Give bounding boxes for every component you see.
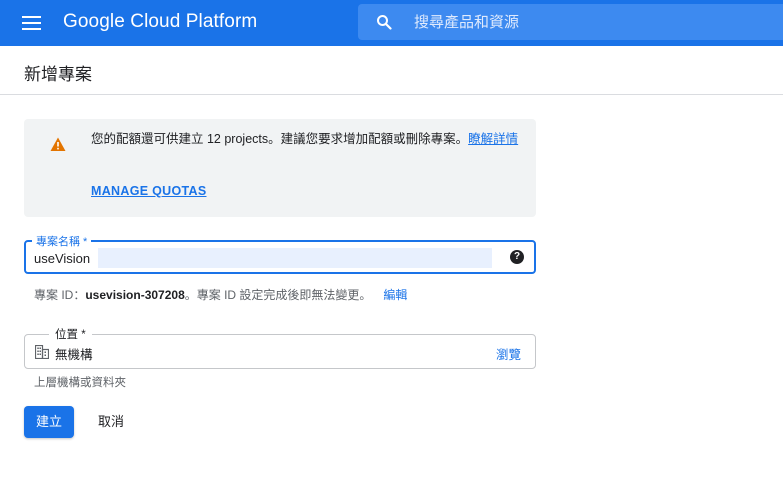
project-id-prefix: 專案 ID：: [34, 288, 86, 302]
project-id-suffix: 。專案 ID 設定完成後即無法變更。: [184, 288, 372, 302]
project-id-value: usevision-307208: [85, 288, 185, 302]
create-button[interactable]: 建立: [24, 406, 74, 438]
quota-message-text: 您的配額還可供建立 12 projects。建議您要求增加配額或刪除專案。: [91, 132, 469, 146]
project-name-input[interactable]: [34, 248, 492, 268]
search-bar[interactable]: [358, 4, 783, 40]
page-title: 新增專案: [24, 65, 92, 84]
location-field[interactable]: 位置 * 無機構 瀏覽: [24, 326, 536, 369]
brand-logo[interactable]: Google Cloud Platform: [63, 11, 257, 33]
top-app-bar: Google Cloud Platform: [0, 0, 783, 46]
location-value: 無機構: [55, 348, 93, 362]
help-circle-icon[interactable]: ?: [510, 250, 524, 264]
cancel-button[interactable]: 取消: [88, 406, 134, 438]
search-input[interactable]: [414, 12, 774, 32]
page-header: 新增專案: [0, 46, 783, 95]
location-label: 位置 *: [49, 326, 92, 342]
manage-quotas-link[interactable]: MANAGE QUOTAS: [91, 184, 206, 198]
learn-more-link[interactable]: 瞭解詳情: [468, 132, 518, 146]
browse-link[interactable]: 瀏覽: [496, 344, 521, 363]
quota-notice: 您的配額還可供建立 12 projects。建議您要求增加配額或刪除專案。瞭解詳…: [24, 119, 536, 217]
building-icon: [35, 345, 49, 359]
project-id-info: 專案 ID：usevision-307208。專案 ID 設定完成後即無法變更。…: [34, 286, 407, 303]
edit-project-id-link[interactable]: 編輯: [383, 288, 407, 302]
quota-message: 您的配額還可供建立 12 projects。建議您要求增加配額或刪除專案。瞭解詳…: [91, 129, 521, 149]
warning-icon: [50, 137, 66, 151]
search-icon[interactable]: [376, 14, 392, 30]
hamburger-menu-icon[interactable]: [12, 6, 52, 40]
project-name-field[interactable]: 專案名稱 * ?: [24, 233, 536, 274]
location-hint: 上層機構或資料夾: [34, 377, 126, 389]
project-name-label: 專案名稱 *: [32, 233, 92, 249]
